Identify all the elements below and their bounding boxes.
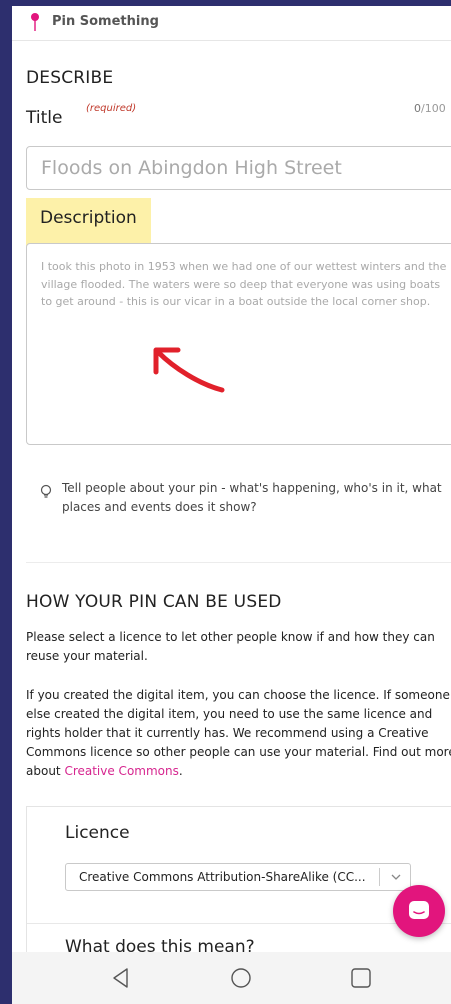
licence-card: Licence Creative Commons Attribution-Sha… xyxy=(26,806,451,952)
title-label: Title xyxy=(26,108,63,128)
card-divider xyxy=(27,923,451,924)
usage-section-title: HOW YOUR PIN CAN BE USED xyxy=(26,592,282,612)
creative-commons-link[interactable]: Creative Commons xyxy=(64,764,178,778)
title-char-counter: 0/100 xyxy=(414,102,446,115)
recent-square-icon[interactable] xyxy=(350,967,372,989)
chat-bubble-icon xyxy=(409,901,429,919)
home-circle-icon[interactable] xyxy=(230,967,252,989)
what-does-this-mean-heading[interactable]: What does this mean? xyxy=(65,937,255,952)
pin-form-page: Pin Something DESCRIBE Title (required) … xyxy=(12,6,451,952)
description-label: Description xyxy=(40,208,137,228)
licence-label: Licence xyxy=(65,823,130,843)
description-hint: Tell people about your pin - what's happ… xyxy=(62,481,442,514)
select-separator xyxy=(379,868,380,886)
licence-select[interactable]: Creative Commons Attribution-ShareAlike … xyxy=(65,863,411,891)
licence-explanation-text: If you created the digital item, you can… xyxy=(26,688,451,778)
lightbulb-icon xyxy=(40,484,52,498)
chat-button[interactable] xyxy=(393,885,445,937)
licence-intro-text: Please select a licence to let other peo… xyxy=(26,630,435,663)
android-nav-bar xyxy=(12,952,451,1004)
back-triangle-icon[interactable] xyxy=(110,967,132,989)
map-pin-icon xyxy=(31,13,39,31)
description-textarea[interactable] xyxy=(26,243,451,445)
chevron-down-icon[interactable] xyxy=(390,872,402,882)
licence-selected-value: Creative Commons Attribution-ShareAlike … xyxy=(79,870,366,884)
section-divider xyxy=(26,562,451,563)
page-title: Pin Something xyxy=(52,14,159,29)
describe-section-title: DESCRIBE xyxy=(26,68,114,88)
title-input[interactable] xyxy=(26,146,451,190)
red-arrow-annotation xyxy=(153,347,225,393)
top-bar: Pin Something xyxy=(12,6,451,41)
title-required-badge: (required) xyxy=(86,103,137,114)
